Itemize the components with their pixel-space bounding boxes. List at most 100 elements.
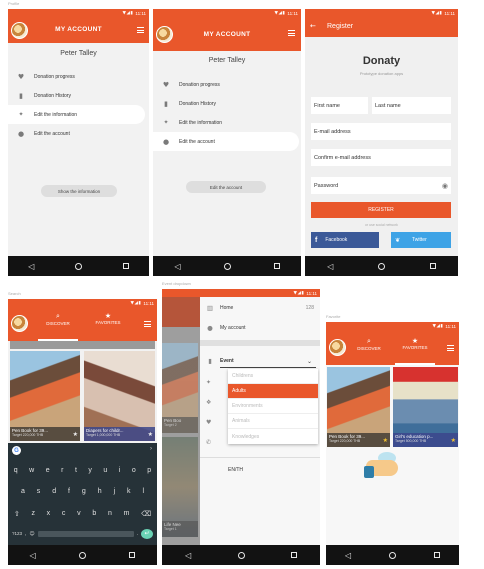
edit-account-button[interactable]: Edit the account — [186, 181, 266, 193]
key-row-1[interactable]: qwertyuiop — [8, 467, 157, 474]
avatar[interactable] — [329, 339, 346, 356]
home-count: 128 — [305, 305, 314, 311]
drawer-separator — [200, 340, 320, 346]
menu-item-edit-account[interactable]: ● Edit the account — [8, 124, 149, 143]
menu-icon[interactable] — [144, 321, 151, 327]
facebook-button[interactable]: f Facebook — [311, 232, 379, 248]
home-icon[interactable] — [223, 262, 231, 270]
option-adults[interactable]: Adults — [228, 384, 318, 399]
email-field[interactable]: E-mail address — [311, 123, 451, 140]
status-bar: ▼◢▮ 11:11 — [162, 289, 320, 297]
home-icon[interactable] — [79, 551, 87, 559]
drawer-item-home[interactable]: ▥ Home 128 — [200, 299, 320, 317]
menu-icon[interactable] — [137, 27, 144, 33]
menu-item-donation-progress[interactable]: ♥ Donation progress — [8, 67, 149, 86]
project-card[interactable]: Pen Book for 39... Target 220,000 THB ★ — [10, 351, 80, 441]
password-field[interactable]: Password ◉ — [311, 177, 451, 194]
menu-item-edit-information[interactable]: ✦ Edit the information — [8, 105, 145, 124]
shift-icon[interactable]: ⇧ — [14, 510, 20, 518]
nav-bar: ◁ — [8, 256, 149, 276]
app-bar: ⌕ DISCOVER ★ FAVORITES — [326, 330, 459, 365]
soft-keyboard: G › qwertyuiop asdfghjkl ⇧ zxcvbnm ⌫ ?12… — [8, 443, 157, 545]
back-icon[interactable]: ◁ — [28, 262, 34, 271]
tagline: Prototype donation apps — [359, 71, 404, 76]
enter-key[interactable]: ↵ — [141, 528, 153, 539]
language-toggle[interactable]: EN/TH — [228, 467, 243, 473]
recent-apps-icon[interactable] — [122, 263, 129, 269]
drawer-separator — [200, 457, 320, 458]
back-icon[interactable]: ◁ — [174, 262, 180, 271]
recent-apps-icon[interactable] — [429, 263, 436, 269]
home-icon[interactable] — [237, 551, 245, 559]
back-icon[interactable]: ◁ — [185, 551, 191, 560]
menu-item-donation-history[interactable]: ▮ Donation History — [8, 86, 149, 105]
symbols-key[interactable]: ?123 — [12, 531, 22, 536]
avatar[interactable] — [11, 315, 28, 332]
project-card[interactable]: Girl's education p... Target 500,000 THB… — [393, 367, 458, 447]
twitter-button[interactable]: ❦ Twitter — [391, 232, 451, 248]
tab-favorites[interactable]: ★ FAVORITES — [395, 337, 435, 350]
tab-discover[interactable]: ⌕ DISCOVER — [38, 312, 78, 326]
project-card[interactable]: Pen Book for 39... Target 220,000 THB ★ — [327, 367, 390, 447]
favorite-star-icon[interactable]: ★ — [383, 437, 388, 444]
confirm-email-field[interactable]: Confirm e-mail address — [311, 149, 451, 166]
recent-apps-icon[interactable] — [129, 552, 136, 558]
home-icon[interactable] — [378, 262, 386, 270]
search-bar[interactable] — [10, 341, 155, 349]
register-button[interactable]: REGISTER — [311, 202, 451, 218]
home-icon[interactable] — [389, 551, 397, 559]
search-icon: ⌕ — [56, 312, 60, 320]
space-key[interactable] — [37, 530, 134, 537]
favorite-star-icon[interactable]: ★ — [73, 431, 78, 438]
recent-apps-icon[interactable] — [273, 263, 280, 269]
tab-discover[interactable]: ⌕ DISCOVER — [351, 337, 387, 351]
option-environments[interactable]: Environments — [228, 399, 318, 414]
card-info: Pen Book for 39... Target 220,000 THB — [327, 433, 390, 447]
profile-name: Peter Talley — [208, 57, 246, 64]
emoji-icon[interactable]: ☺ — [29, 531, 34, 537]
back-icon[interactable]: ◁ — [327, 262, 333, 271]
tap-gesture-illustration — [364, 452, 404, 482]
back-arrow-icon[interactable]: ← — [310, 22, 316, 30]
first-name-field[interactable]: First name — [311, 97, 368, 114]
app-bar: ← Register — [305, 17, 458, 37]
person-icon: ● — [17, 129, 25, 138]
menu-icon[interactable] — [447, 345, 454, 351]
google-icon[interactable]: G — [12, 446, 21, 455]
status-bar: ▼◢▮ 11:11 — [326, 322, 459, 330]
favorite-star-icon[interactable]: ★ — [451, 437, 456, 444]
star-icon: ★ — [104, 312, 112, 320]
key-row-3[interactable]: ⇧ zxcvbnm ⌫ — [8, 510, 157, 518]
drawer-item-my-account[interactable]: ● My account — [200, 319, 320, 337]
favorite-star-icon[interactable]: ★ — [148, 431, 153, 438]
last-name-field[interactable]: Last name — [372, 97, 451, 114]
chevron-down-icon[interactable]: ⌄ — [307, 358, 312, 365]
option-childrens[interactable]: Childrens — [228, 369, 318, 384]
backspace-icon[interactable]: ⌫ — [141, 510, 151, 518]
chevron-right-icon[interactable]: › — [150, 446, 152, 452]
recent-apps-icon[interactable] — [290, 552, 297, 558]
menu-item-donation-history[interactable]: ▮ Donation History — [153, 94, 301, 113]
project-card[interactable]: Diapers for childr... Target 1,000,000 T… — [84, 351, 155, 441]
option-knowledges[interactable]: Knowledges — [228, 429, 318, 444]
menu-item-edit-account[interactable]: ● Edit the account — [153, 132, 299, 151]
eye-icon[interactable]: ◉ — [442, 182, 448, 190]
key-row-2[interactable]: asdfghjkl — [8, 488, 157, 495]
nav-bar: ◁ — [8, 545, 157, 565]
period-key[interactable]: . — [137, 531, 138, 537]
home-icon[interactable] — [75, 262, 83, 270]
menu-icon[interactable] — [288, 30, 295, 36]
book-icon: ▮ — [164, 99, 168, 108]
status-bar: ▼◢▮ 11:11 — [8, 299, 157, 307]
recent-apps-icon[interactable] — [434, 552, 440, 558]
back-icon[interactable]: ◁ — [30, 551, 36, 560]
option-animals[interactable]: Animals — [228, 414, 318, 429]
menu-item-edit-information[interactable]: ✦ Edit the information — [153, 113, 301, 132]
back-icon[interactable]: ◁ — [345, 551, 351, 560]
facebook-icon: f — [315, 236, 318, 244]
menu-item-donation-progress[interactable]: ♥ Donation progress — [153, 75, 301, 94]
tab-favorites[interactable]: ★ FAVORITES — [88, 312, 128, 325]
comma-key[interactable]: , — [25, 531, 26, 537]
show-information-button[interactable]: Show the information — [41, 185, 117, 197]
star-icon: ★ — [411, 337, 419, 345]
